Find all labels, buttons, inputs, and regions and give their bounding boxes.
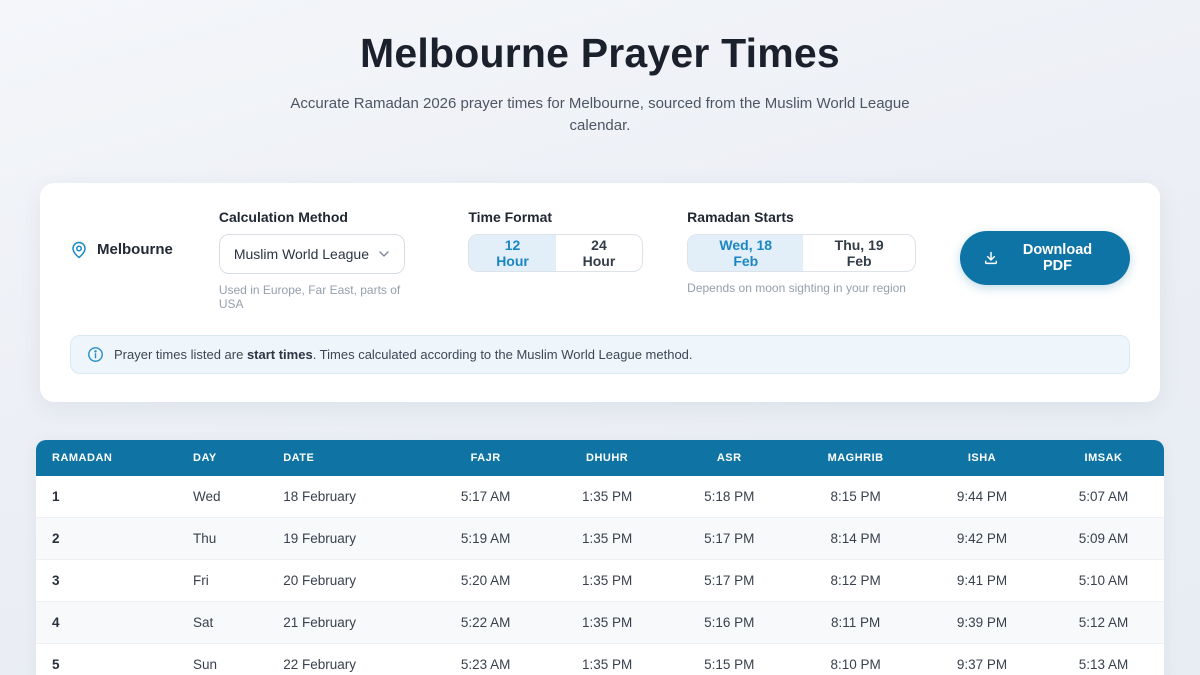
cell-date: 20 February (267, 558, 426, 601)
column-header-imsak: IMSAK (1043, 439, 1164, 476)
table-header-row: RAMADAN DAY DATE FAJR DHUHR ASR MAGHRIB ISHA IMS… (36, 439, 1164, 476)
page-subtitle: Accurate Ramadan 2026 prayer times for M… (290, 95, 910, 134)
cell-dhuhr: 1:35 PM (546, 475, 669, 517)
info-banner-text: Prayer times listed are start times. Tim… (114, 346, 693, 362)
table-row: 4 Sat 21 February 5:22 AM 1:35 PM 5:16 PM 8:11… (36, 600, 1164, 643)
cell-asr: 5:15 PM (668, 642, 791, 675)
column-header-day: DAY (177, 439, 268, 476)
cell-day: Sat (177, 600, 268, 643)
time-format-group: Time Format 12 Hour 24 Hour (468, 208, 644, 272)
column-header-dhuhr: DHUHR (546, 439, 669, 476)
cell-imsak: 5:12 AM (1043, 600, 1164, 643)
chevron-down-icon (376, 246, 392, 262)
cell-isha: 9:44 PM (920, 475, 1043, 517)
table-row: 5 Sun 22 February 5:23 AM 1:35 PM 5:15 PM 8:10… (36, 642, 1164, 675)
cell-dhuhr: 1:35 PM (546, 600, 669, 643)
cell-imsak: 5:10 AM (1043, 558, 1164, 601)
download-pdf-button[interactable]: Download PDF (959, 230, 1130, 285)
cell-maghrib: 8:14 PM (790, 516, 921, 559)
download-pdf-label: Download PDF (1022, 241, 1093, 274)
cell-fajr: 5:22 AM (425, 600, 547, 643)
cell-isha: 9:37 PM (920, 642, 1043, 675)
column-header-fajr: FAJR (425, 439, 547, 476)
cell-maghrib: 8:11 PM (790, 600, 921, 643)
ramadan-starts-toggle: Wed, 18 Feb Thu, 19 Feb (687, 233, 916, 272)
column-header-asr: ASR (668, 439, 791, 476)
info-banner: Prayer times listed are start times. Tim… (70, 334, 1130, 374)
cell-asr: 5:18 PM (668, 475, 791, 517)
cell-fajr: 5:17 AM (425, 475, 547, 517)
cell-dhuhr: 1:35 PM (546, 558, 669, 601)
column-header-isha: ISHA (920, 439, 1043, 476)
cell-day: Sun (177, 642, 268, 675)
location-name: Melbourne (97, 241, 173, 258)
column-header-ramadan: RAMADAN (36, 439, 177, 476)
ramadan-starts-option-thu-19-feb[interactable]: Thu, 19 Feb (803, 235, 915, 271)
ramadan-starts-option-wed-18-feb[interactable]: Wed, 18 Feb (688, 234, 804, 271)
cell-date: 18 February (267, 475, 426, 517)
cell-ramadan: 4 (36, 600, 177, 643)
cell-maghrib: 8:15 PM (790, 475, 921, 517)
cell-day: Thu (177, 516, 268, 559)
time-format-toggle: 12 Hour 24 Hour (468, 233, 644, 272)
cell-dhuhr: 1:35 PM (546, 642, 669, 675)
page-title: Melbourne Prayer Times (360, 30, 840, 76)
cell-ramadan: 5 (36, 642, 177, 675)
cell-imsak: 5:09 AM (1043, 516, 1164, 559)
cell-maghrib: 8:12 PM (790, 558, 921, 601)
table-row: 3 Fri 20 February 5:20 AM 1:35 PM 5:17 PM 8:12… (36, 558, 1164, 601)
location: Melbourne (70, 241, 173, 259)
cell-ramadan: 3 (36, 558, 177, 601)
ramadan-starts-label: Ramadan Starts (687, 208, 794, 225)
cell-imsak: 5:13 AM (1043, 642, 1164, 675)
prayer-times-table: RAMADAN DAY DATE FAJR DHUHR ASR MAGHRIB ISHA IMS… (36, 439, 1164, 675)
cell-imsak: 5:07 AM (1043, 475, 1164, 517)
ramadan-starts-helper: Depends on moon sighting in your region (687, 280, 906, 295)
cell-fajr: 5:20 AM (425, 558, 547, 601)
calculation-method-label: Calculation Method (218, 208, 348, 225)
cell-asr: 5:17 PM (668, 558, 791, 601)
controls-card: Melbourne Calculation Method Muslim Worl… (40, 182, 1160, 402)
cell-fajr: 5:19 AM (425, 516, 547, 559)
cell-date: 22 February (267, 642, 426, 675)
table-row: 2 Thu 19 February 5:19 AM 1:35 PM 5:17 PM 8:14… (36, 516, 1164, 559)
table-body: 1 Wed 18 February 5:17 AM 1:35 PM 5:18 PM 8:15… (36, 475, 1164, 675)
column-header-maghrib: MAGHRIB (790, 439, 921, 476)
location-pin-icon (70, 241, 88, 259)
cell-isha: 9:41 PM (920, 558, 1043, 601)
cell-isha: 9:42 PM (920, 516, 1043, 559)
cell-date: 19 February (267, 516, 426, 559)
time-format-label: Time Format (468, 208, 553, 225)
column-header-date: DATE (267, 439, 426, 476)
info-icon (87, 346, 104, 363)
cell-asr: 5:17 PM (668, 516, 791, 559)
cell-isha: 9:39 PM (920, 600, 1043, 643)
time-format-option-24-hour[interactable]: 24 Hour (556, 235, 642, 271)
page-header: Melbourne Prayer Times Accurate Ramadan … (0, 0, 1200, 137)
cell-ramadan: 1 (36, 475, 177, 517)
cell-day: Wed (177, 475, 268, 517)
calculation-method-select[interactable]: Muslim World League (218, 233, 405, 274)
calculation-method-group: Calculation Method Muslim World League U… (218, 208, 424, 311)
time-format-option-12-hour[interactable]: 12 Hour (469, 234, 556, 271)
calculation-method-value: Muslim World League (233, 245, 369, 262)
cell-day: Fri (177, 558, 268, 601)
download-icon (983, 250, 999, 266)
table-row: 1 Wed 18 February 5:17 AM 1:35 PM 5:18 PM 8:15… (36, 475, 1164, 517)
ramadan-starts-group: Ramadan Starts Wed, 18 Feb Thu, 19 Feb D… (687, 209, 916, 295)
cell-dhuhr: 1:35 PM (546, 516, 669, 559)
cell-fajr: 5:23 AM (425, 642, 547, 675)
cell-asr: 5:16 PM (668, 600, 791, 643)
cell-ramadan: 2 (36, 516, 177, 559)
calculation-method-helper: Used in Europe, Far East, parts of USA (218, 282, 401, 311)
cell-date: 21 February (267, 600, 426, 643)
cell-maghrib: 8:10 PM (790, 642, 921, 675)
